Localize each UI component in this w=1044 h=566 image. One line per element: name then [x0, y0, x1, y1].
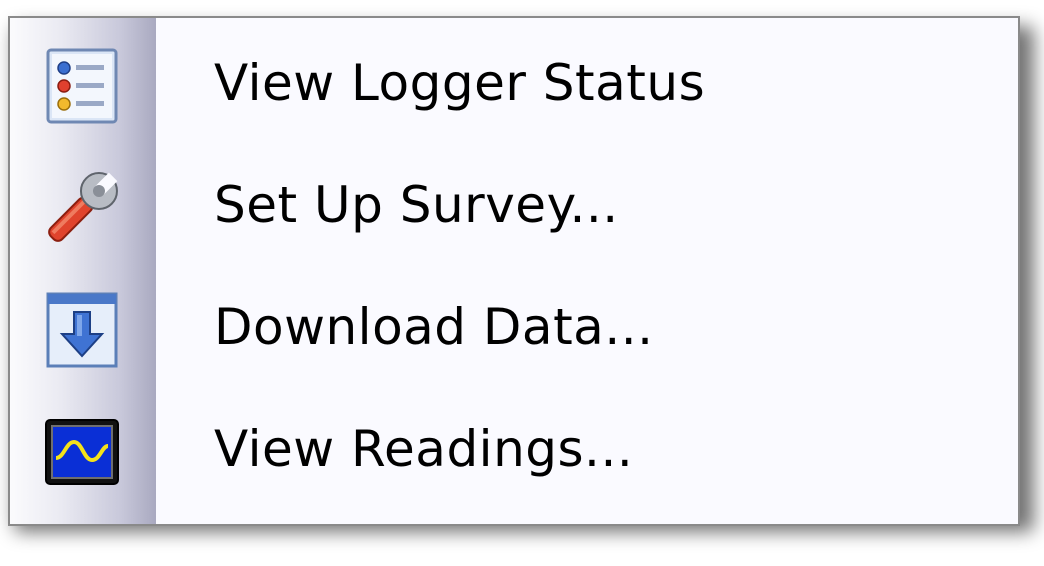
download-arrow-icon	[38, 286, 126, 374]
menu-item-set-up-survey[interactable]: Set Up Survey...	[10, 150, 1018, 266]
menu-item-label: View Logger Status	[214, 54, 706, 112]
status-list-icon	[38, 42, 126, 130]
waveform-monitor-icon	[38, 408, 126, 496]
menu-item-label: Download Data...	[214, 298, 654, 356]
menu-item-label: View Readings...	[214, 420, 634, 478]
menu-items: View Logger Status Set Up Survey... Down…	[10, 18, 1018, 524]
menu-item-label: Set Up Survey...	[214, 176, 619, 234]
wrench-icon	[38, 164, 126, 252]
context-menu: View Logger Status Set Up Survey... Down…	[8, 16, 1020, 526]
menu-item-download-data[interactable]: Download Data...	[10, 272, 1018, 388]
menu-item-view-logger-status[interactable]: View Logger Status	[10, 28, 1018, 144]
menu-item-view-readings[interactable]: View Readings...	[10, 394, 1018, 510]
